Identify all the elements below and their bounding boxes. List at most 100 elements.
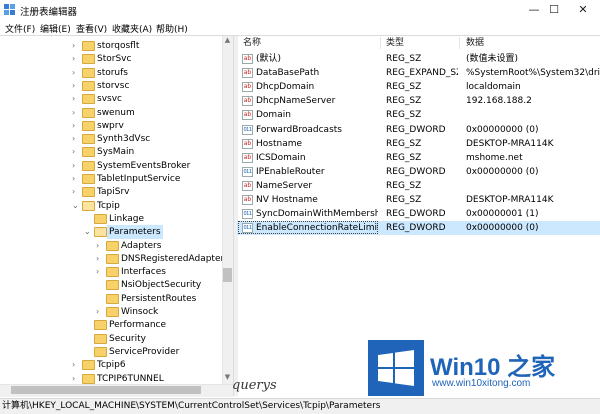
value-row[interactable]: 011EnableConnectionRateLimiting REG_DWORD… — [237, 221, 600, 236]
value-row[interactable]: ab DhcpNameServer REG_SZ 192.168.188.2 — [237, 94, 600, 108]
folder-icon — [82, 187, 95, 198]
value-name: NV Hostname — [256, 195, 318, 205]
value-data: DESKTOP-MRA114K — [466, 138, 554, 149]
string-value-icon: ab — [242, 138, 253, 149]
value-name: DhcpDomain — [256, 82, 315, 93]
folder-icon — [82, 360, 95, 371]
folder-icon — [82, 94, 95, 105]
chevron-right-icon[interactable]: › — [72, 185, 81, 199]
value-data: %SystemRoot%\System32\drivers\ — [466, 68, 600, 79]
tree-node-label: TapiSrv — [97, 187, 130, 198]
folder-icon — [106, 280, 119, 291]
value-type: REG_SZ — [386, 195, 422, 205]
scroll-up-icon[interactable]: ▲ — [222, 36, 233, 46]
folder-icon — [82, 67, 95, 78]
value-row[interactable]: ab NameServer REG_SZ — [237, 179, 600, 193]
value-row[interactable]: 011 SyncDomainWithMembership REG_DWORD 0x00… — [237, 207, 600, 221]
value-name: Hostname — [256, 138, 303, 149]
binary-value-icon: 011 — [242, 124, 253, 135]
chevron-right-icon[interactable]: › — [72, 372, 81, 385]
folder-icon — [82, 120, 95, 131]
chevron-right-icon[interactable]: › — [96, 252, 105, 266]
value-row[interactable]: ab (默认) REG_SZ (数值未设置) — [237, 52, 600, 66]
value-type: REG_SZ — [386, 54, 422, 64]
menu-view[interactable]: 查看(V) — [76, 22, 107, 35]
chevron-right-icon[interactable]: › — [72, 145, 81, 159]
chevron-right-icon[interactable]: › — [72, 159, 81, 173]
chevron-right-icon[interactable]: › — [72, 39, 81, 53]
tree-node-label: Winsock — [121, 307, 159, 317]
tree-node-label: Linkage — [109, 213, 145, 224]
chevron-right-icon[interactable]: › — [72, 106, 81, 120]
chevron-right-icon[interactable]: › — [72, 66, 81, 80]
tree-node-label: SystemEventsBroker — [97, 160, 191, 171]
tree-scroll-thumb[interactable] — [223, 268, 232, 282]
column-header-type[interactable]: 类型 — [386, 36, 404, 50]
value-type: REG_DWORD — [386, 124, 446, 135]
tree-hscroll-thumb[interactable] — [11, 386, 201, 394]
chevron-right-icon[interactable]: › — [72, 119, 81, 133]
string-value-icon: ab — [242, 195, 253, 205]
value-data: (数值未设置) — [466, 54, 519, 64]
chevron-down-icon[interactable]: ⌄ — [84, 225, 93, 239]
folder-icon — [106, 293, 119, 304]
tree-node-label: storvsc — [97, 80, 130, 91]
folder-open-icon — [94, 227, 107, 238]
regedit-app-icon — [4, 4, 15, 15]
folder-icon — [82, 80, 95, 91]
column-header-data[interactable]: 数据 — [466, 36, 484, 50]
menu-bar: 文件(F) 编辑(E) 查看(V) 收藏夹(A) 帮助(H) — [0, 20, 600, 35]
value-row[interactable]: 011 IPEnableRouter REG_DWORD 0x00000000 (0) — [237, 165, 600, 179]
close-button[interactable]: ✕ — [566, 0, 600, 20]
column-divider[interactable] — [380, 37, 381, 49]
menu-file[interactable]: 文件(F) — [5, 22, 35, 35]
column-divider[interactable] — [459, 37, 460, 49]
chevron-right-icon[interactable]: › — [72, 358, 81, 372]
chevron-right-icon[interactable]: › — [72, 172, 81, 186]
tree-node-label: Tcpip — [97, 200, 120, 211]
chevron-right-icon[interactable]: › — [72, 79, 81, 93]
value-row[interactable]: ab NV Hostname REG_SZ DESKTOP-MRA114K — [237, 193, 600, 207]
tree-node-label: Parameters — [107, 225, 163, 240]
menu-help[interactable]: 帮助(H) — [156, 22, 188, 35]
tree-node-label: TabletInputService — [97, 174, 181, 184]
value-type: REG_DWORD — [386, 209, 446, 220]
chevron-right-icon[interactable]: › — [72, 92, 81, 106]
binary-value-icon: 011 — [242, 166, 253, 177]
chevron-right-icon[interactable]: › — [96, 265, 105, 279]
folder-icon — [82, 373, 95, 384]
value-name: SyncDomainWithMembership — [256, 209, 378, 220]
value-data: 0x00000000 (0) — [466, 124, 539, 135]
chevron-right-icon[interactable]: › — [72, 132, 81, 146]
column-header-name[interactable]: 名称 — [243, 36, 261, 50]
value-data: DESKTOP-MRA114K — [466, 195, 554, 205]
value-type: REG_SZ — [386, 82, 422, 93]
value-name: NameServer — [256, 180, 313, 191]
folder-icon — [94, 213, 107, 224]
menu-edit[interactable]: 编辑(E) — [40, 22, 71, 35]
chevron-right-icon[interactable]: › — [72, 52, 81, 66]
value-row[interactable]: 011 ForwardBroadcasts REG_DWORD 0x00000000 … — [237, 123, 600, 137]
tree-node-label: Interfaces — [121, 267, 166, 278]
menu-favorites[interactable]: 收藏夹(A) — [112, 22, 152, 35]
chevron-down-icon[interactable]: ⌄ — [72, 199, 81, 213]
value-row[interactable]: ab DhcpDomain REG_SZ localdomain — [237, 80, 600, 94]
status-bar: 计算机\HKEY_LOCAL_MACHINE\SYSTEM\CurrentCon… — [0, 398, 600, 414]
value-data: 0x00000000 (0) — [466, 166, 539, 177]
value-type: REG_SZ — [386, 180, 422, 191]
folder-open-icon — [82, 200, 95, 211]
registry-tree[interactable]: › storqosflt › StorSvc › storufs › storvsc › svsv… — [0, 36, 233, 384]
value-row[interactable]: ab Domain REG_SZ — [237, 108, 600, 122]
chevron-right-icon[interactable]: › — [96, 305, 105, 319]
value-name: ForwardBroadcasts — [256, 124, 342, 135]
chevron-right-icon[interactable]: › — [96, 239, 105, 253]
value-row[interactable]: ab ICSDomain REG_SZ mshome.net — [237, 151, 600, 165]
tree-node-label: Adapters — [121, 240, 162, 251]
title-bar — [0, 0, 600, 20]
value-row[interactable]: ab DataBasePath REG_EXPAND_SZ %SystemRoot%\… — [237, 66, 600, 80]
brand-watermark: Win10 之家 — [430, 354, 556, 381]
value-row[interactable]: ab Hostname REG_SZ DESKTOP-MRA114K — [237, 137, 600, 151]
folder-icon — [82, 160, 95, 171]
string-value-icon: ab — [242, 82, 253, 93]
folder-icon — [106, 240, 119, 251]
